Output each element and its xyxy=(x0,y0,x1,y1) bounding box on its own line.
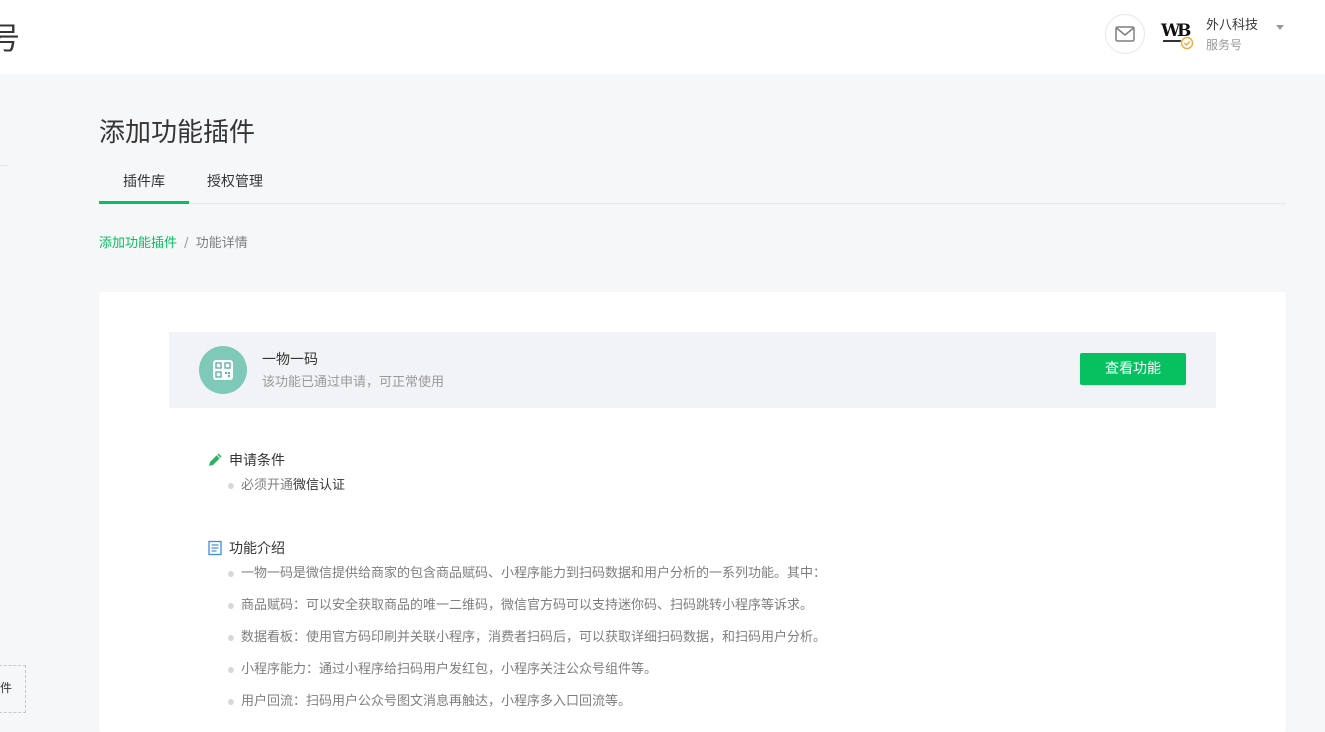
list-item: 小程序能力：通过小程序给扫码用户发红包，小程序关注公众号组件等。 xyxy=(228,661,826,693)
bullet-dot xyxy=(228,603,234,609)
account-name: 外八科技 xyxy=(1206,18,1259,33)
intro-item-text: 小程序能力：通过小程序给扫码用户发红包，小程序关注公众号组件等。 xyxy=(241,662,658,677)
list-item: 商品赋码：可以安全获取商品的唯一二维码，微信官方码可以支持迷你码、扫码跳转小程序… xyxy=(228,597,826,629)
requirements-list: 必须开通微信认证 xyxy=(228,477,345,509)
intro-item-text: 一物一码是微信提供给商家的包含商品赋码、小程序能力到扫码数据和用户分析的一系列功… xyxy=(241,566,827,581)
requirements-heading: 申请条件 xyxy=(207,450,285,470)
message-button[interactable] xyxy=(1105,14,1145,54)
document-icon xyxy=(208,540,222,556)
sidebar-divider xyxy=(0,165,8,166)
bullet-dot xyxy=(228,635,234,641)
brand-title: 号 xyxy=(0,22,20,57)
list-item: 一物一码是微信提供给商家的包含商品赋码、小程序能力到扫码数据和用户分析的一系列功… xyxy=(228,565,826,597)
feature-detail-card: 一物一码 该功能已通过申请，可正常使用 查看功能 申请条件 必须开通微信认证 功… xyxy=(99,292,1286,732)
intro-item-text: 商品赋码：可以安全获取商品的唯一二维码，微信官方码可以支持迷你码、扫码跳转小程序… xyxy=(241,598,814,613)
feature-status: 该功能已通过申请，可正常使用 xyxy=(262,375,445,390)
top-header: 号 W B 外八科技 服务号 xyxy=(0,0,1325,74)
list-item: 必须开通微信认证 xyxy=(228,477,345,509)
account-menu[interactable]: W B 外八科技 服务号 xyxy=(1160,14,1300,54)
intro-item-text: 数据看板：使用官方码印刷并关联小程序，消费者扫码后，可以获取详细扫码数据，和扫码… xyxy=(241,630,827,645)
bullet-dot xyxy=(228,571,234,577)
breadcrumb-current: 功能详情 xyxy=(195,236,248,251)
feature-summary: 一物一码 该功能已通过申请，可正常使用 查看功能 xyxy=(169,332,1216,408)
intro-item-text: 用户回流：扫码用户公众号图文消息再触达，小程序多入口回流等。 xyxy=(241,694,632,709)
feature-name: 一物一码 xyxy=(262,352,318,368)
bullet-dot xyxy=(228,483,234,489)
intro-title: 功能介绍 xyxy=(229,541,285,557)
sidebar-add-plugin-label: 件 xyxy=(0,681,13,695)
bullet-dot xyxy=(228,699,234,705)
account-logo-icon: W B xyxy=(1160,21,1194,50)
tab-bar: 插件库 授权管理 xyxy=(99,163,1286,204)
pencil-icon xyxy=(209,453,222,466)
breadcrumb-separator: / xyxy=(184,236,189,251)
list-item: 数据看板：使用官方码印刷并关联小程序，消费者扫码后，可以获取详细扫码数据，和扫码… xyxy=(228,629,826,661)
tab-plugin-library[interactable]: 插件库 xyxy=(99,163,189,204)
requirement-prefix: 必须开通 xyxy=(241,478,294,493)
bullet-dot xyxy=(228,667,234,673)
breadcrumb-parent-link[interactable]: 添加功能插件 xyxy=(99,236,177,251)
qrcode-icon xyxy=(213,360,233,380)
requirements-title: 申请条件 xyxy=(229,453,285,469)
feature-icon-badge xyxy=(199,346,247,394)
tab-authorization[interactable]: 授权管理 xyxy=(189,163,281,203)
page-title: 添加功能插件 xyxy=(99,118,256,148)
view-feature-button[interactable]: 查看功能 xyxy=(1080,353,1186,385)
mail-icon xyxy=(1115,26,1135,42)
requirement-highlight: 微信认证 xyxy=(293,478,346,493)
breadcrumb: 添加功能插件 / 功能详情 xyxy=(99,232,248,251)
intro-list: 一物一码是微信提供给商家的包含商品赋码、小程序能力到扫码数据和用户分析的一系列功… xyxy=(228,565,826,725)
account-type: 服务号 xyxy=(1206,38,1243,52)
list-item: 用户回流：扫码用户公众号图文消息再触达，小程序多入口回流等。 xyxy=(228,693,826,725)
caret-down-icon[interactable] xyxy=(1276,25,1284,30)
intro-heading: 功能介绍 xyxy=(207,538,285,558)
